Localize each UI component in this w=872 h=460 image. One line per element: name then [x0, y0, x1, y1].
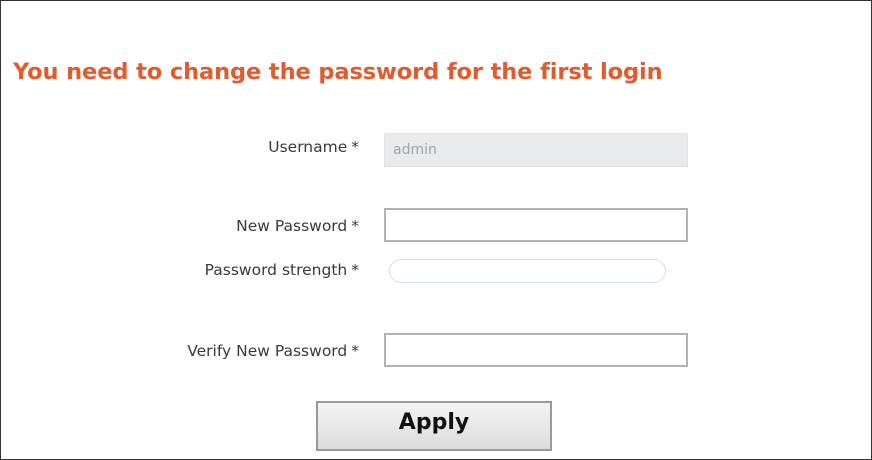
apply-button[interactable]: Apply	[316, 401, 552, 451]
verify-password-field[interactable]	[384, 333, 688, 367]
new-password-field[interactable]	[384, 208, 688, 242]
password-strength-meter	[389, 259, 666, 283]
required-mark: *	[351, 217, 359, 235]
required-mark: *	[351, 342, 359, 360]
page-heading: You need to change the password for the …	[13, 59, 663, 85]
new-password-label: New Password *	[236, 217, 359, 235]
new-password-label-text: New Password	[236, 217, 348, 235]
username-label: Username *	[268, 138, 359, 156]
username-label-text: Username	[268, 138, 348, 156]
change-password-panel: You need to change the password for the …	[0, 0, 872, 460]
required-mark: *	[351, 138, 359, 156]
verify-password-label: Verify New Password *	[187, 342, 359, 360]
verify-password-label-text: Verify New Password	[187, 342, 348, 360]
required-mark: *	[351, 261, 359, 279]
password-strength-label: Password strength *	[205, 261, 359, 279]
password-strength-label-text: Password strength	[204, 261, 348, 279]
username-field[interactable]	[384, 133, 688, 167]
